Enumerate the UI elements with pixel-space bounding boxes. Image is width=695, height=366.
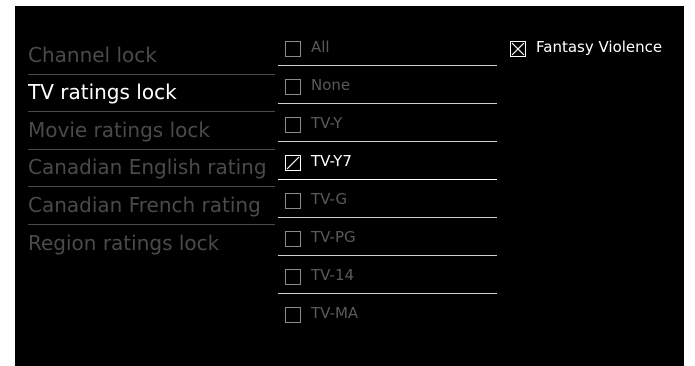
checkbox-unchecked-icon xyxy=(285,231,301,247)
rating-label: None xyxy=(311,76,351,94)
rating-label: TV-MA xyxy=(311,304,359,322)
checkbox-unchecked-icon xyxy=(285,79,301,95)
checkbox-unchecked-icon xyxy=(285,117,301,133)
checkbox-unchecked-icon xyxy=(285,193,301,209)
rating-label: TV-Y xyxy=(311,114,343,132)
rating-row-tv-pg[interactable]: TV-PG xyxy=(278,219,497,256)
checkbox-unchecked-icon xyxy=(285,307,301,323)
checkbox-checked-icon xyxy=(510,41,526,57)
content-descriptor-fantasy-violence[interactable]: Fantasy Violence xyxy=(510,36,680,58)
rating-row-tv-g[interactable]: TV-G xyxy=(278,181,497,218)
rating-row-none[interactable]: None xyxy=(278,67,497,104)
rating-row-tv-14[interactable]: TV-14 xyxy=(278,257,497,294)
rating-row-all[interactable]: All xyxy=(278,29,497,66)
rating-row-tv-y7[interactable]: TV-Y7 xyxy=(278,143,497,180)
rating-label: TV-14 xyxy=(311,266,355,284)
menu-item-movie-ratings-lock[interactable]: Movie ratings lock xyxy=(28,112,275,150)
checkbox-unchecked-icon xyxy=(285,269,301,285)
rating-row-tv-ma[interactable]: TV-MA xyxy=(278,295,497,332)
menu-item-tv-ratings-lock[interactable]: TV ratings lock xyxy=(28,74,275,112)
rating-label: TV-Y7 xyxy=(311,152,352,170)
checkbox-partial-icon xyxy=(285,155,301,171)
rating-label: All xyxy=(311,38,330,56)
checkbox-unchecked-icon xyxy=(285,41,301,57)
rating-label: TV-PG xyxy=(311,228,356,246)
content-descriptor-label: Fantasy Violence xyxy=(536,38,663,56)
parental-lock-screen: Channel lock TV ratings lock Movie ratin… xyxy=(15,6,684,366)
menu-item-region-ratings-lock[interactable]: Region ratings lock xyxy=(28,225,275,262)
menu-item-canadian-french-rating[interactable]: Canadian French rating xyxy=(28,187,275,225)
rating-label: TV-G xyxy=(311,190,348,208)
menu-item-channel-lock[interactable]: Channel lock xyxy=(28,37,275,75)
rating-row-tv-y[interactable]: TV-Y xyxy=(278,105,497,142)
menu-item-canadian-english-rating[interactable]: Canadian English rating xyxy=(28,149,275,187)
